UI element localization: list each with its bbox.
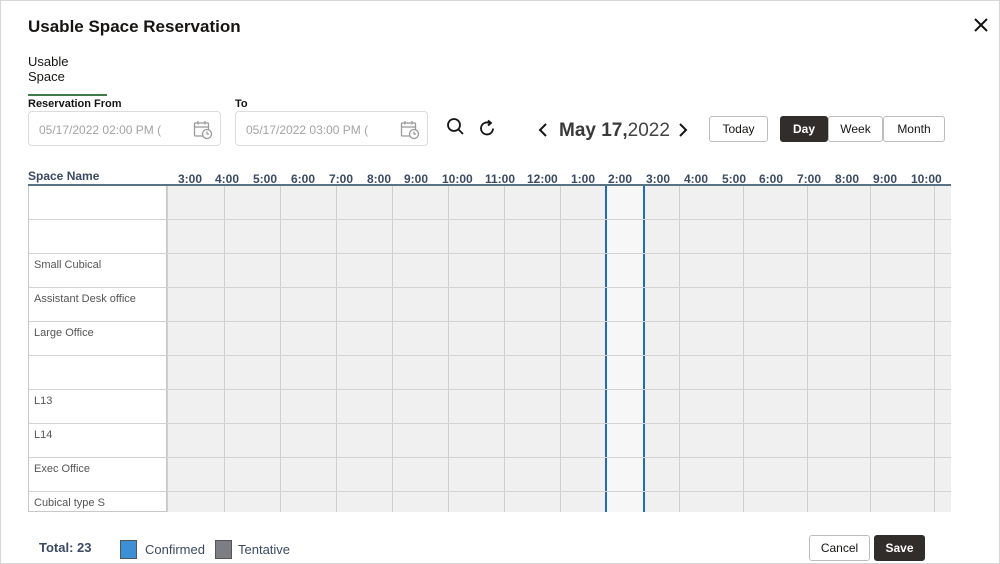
refresh-icon[interactable] bbox=[477, 118, 499, 140]
chevron-left-icon[interactable] bbox=[537, 120, 549, 145]
calendar-clock-icon[interactable] bbox=[193, 120, 213, 140]
close-icon[interactable] bbox=[969, 13, 993, 37]
space-row[interactable]: Small Cubical bbox=[29, 254, 166, 288]
reservation-from-field[interactable]: 05/17/2022 02:00 PM ( bbox=[28, 111, 221, 146]
dialog-title: Usable Space Reservation bbox=[28, 17, 241, 36]
space-name-header: Space Name bbox=[28, 169, 100, 183]
reservation-to-value: 05/17/2022 03:00 PM ( bbox=[246, 123, 369, 137]
view-day-button[interactable]: Day bbox=[780, 116, 828, 142]
grid-line bbox=[743, 186, 744, 512]
cancel-button[interactable]: Cancel bbox=[809, 535, 870, 561]
reservation-dialog: Usable Space Reservation Usable Space Re… bbox=[0, 0, 1000, 564]
grid-line bbox=[560, 186, 561, 512]
space-row[interactable]: Cubical type S bbox=[29, 492, 166, 512]
space-name: Large Office bbox=[34, 327, 94, 339]
space-row[interactable] bbox=[29, 356, 166, 390]
space-names-column: Small Cubical Assistant Desk office Larg… bbox=[28, 186, 167, 512]
space-row[interactable]: Exec Office bbox=[29, 458, 166, 492]
space-row[interactable]: L13 bbox=[29, 390, 166, 424]
space-name: Assistant Desk office bbox=[34, 293, 136, 305]
confirmed-legend-label: Confirmed bbox=[145, 542, 205, 557]
grid-line bbox=[870, 186, 871, 512]
date-month-day: May 17, bbox=[559, 120, 628, 141]
grid-line bbox=[167, 389, 951, 390]
space-name: L14 bbox=[34, 429, 53, 441]
calendar-clock-icon[interactable] bbox=[400, 120, 420, 140]
tentative-swatch bbox=[215, 540, 232, 559]
grid-line bbox=[167, 253, 951, 254]
grid-line bbox=[167, 321, 951, 322]
time-slot-grid[interactable] bbox=[167, 186, 951, 512]
schedule-grid: Space Name 3:00 4:00 5:00 6:00 7:00 8:00… bbox=[28, 167, 951, 512]
grid-line bbox=[504, 186, 505, 512]
view-week-button[interactable]: Week bbox=[828, 116, 883, 142]
grid-line bbox=[167, 186, 168, 512]
grid-line bbox=[167, 287, 951, 288]
grid-line bbox=[167, 457, 951, 458]
grid-line bbox=[280, 186, 281, 512]
grid-line bbox=[336, 186, 337, 512]
grid-line bbox=[679, 186, 680, 512]
save-button[interactable]: Save bbox=[874, 535, 925, 561]
tab-usable-space[interactable]: Usable Space bbox=[28, 54, 107, 96]
reservation-from-value: 05/17/2022 02:00 PM ( bbox=[39, 123, 162, 137]
view-month-button[interactable]: Month bbox=[883, 116, 945, 142]
confirmed-swatch bbox=[120, 540, 137, 559]
reservation-from-label: Reservation From bbox=[28, 98, 122, 110]
date-year: 2022 bbox=[627, 120, 670, 141]
space-name: Small Cubical bbox=[34, 259, 102, 271]
grid-line bbox=[392, 186, 393, 512]
space-name: Exec Office bbox=[34, 463, 91, 475]
today-button[interactable]: Today bbox=[709, 116, 768, 142]
chevron-right-icon[interactable] bbox=[677, 120, 689, 145]
space-name: Cubical type S bbox=[34, 497, 105, 509]
space-row[interactable] bbox=[29, 220, 166, 254]
grid-line bbox=[807, 186, 808, 512]
search-icon[interactable] bbox=[445, 116, 467, 138]
grid-line bbox=[167, 423, 951, 424]
reservation-to-field[interactable]: 05/17/2022 03:00 PM ( bbox=[235, 111, 428, 146]
grid-line bbox=[167, 355, 951, 356]
grid-line bbox=[167, 219, 951, 220]
selected-time-range bbox=[605, 186, 645, 512]
grid-line bbox=[167, 491, 951, 492]
grid-line bbox=[448, 186, 449, 512]
space-row[interactable]: Assistant Desk office bbox=[29, 288, 166, 322]
reservation-to-label: To bbox=[235, 98, 248, 110]
tentative-legend-label: Tentative bbox=[238, 542, 291, 557]
space-name: L13 bbox=[34, 395, 53, 407]
total-count: Total: 23 bbox=[39, 540, 92, 555]
space-row[interactable]: L14 bbox=[29, 424, 166, 458]
space-row[interactable] bbox=[29, 186, 166, 220]
current-date-heading: May 17,2022 bbox=[559, 120, 670, 142]
grid-line bbox=[934, 186, 935, 512]
grid-line bbox=[224, 186, 225, 512]
space-row[interactable]: Large Office bbox=[29, 322, 166, 356]
